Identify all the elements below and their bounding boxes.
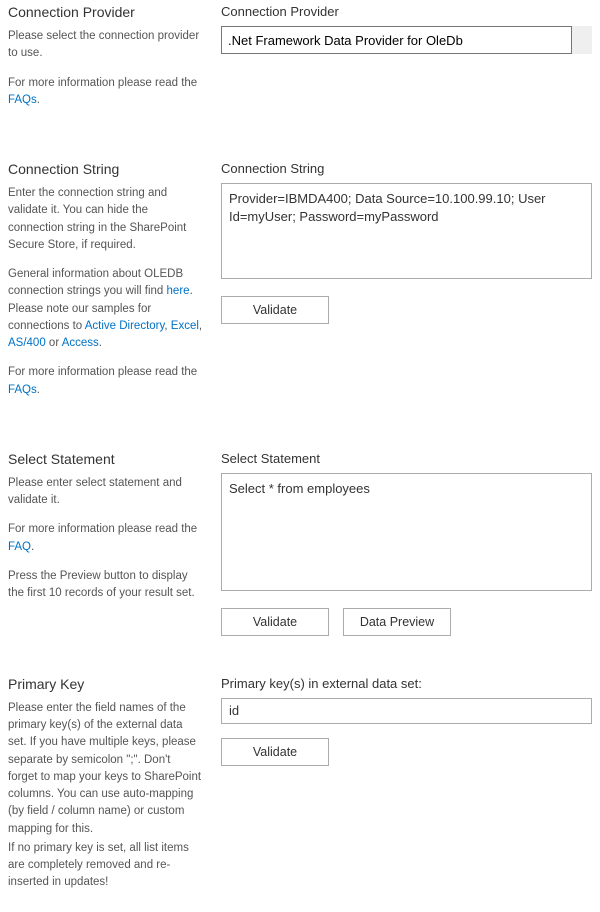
pk-label: Primary key(s) in external data set: <box>221 676 592 691</box>
connstring-desc: Enter the connection string and validate… <box>8 185 203 254</box>
pk-validate-button[interactable]: Validate <box>221 738 329 766</box>
select-buttons: Validate Data Preview <box>221 608 592 636</box>
pk-form: Primary key(s) in external data set: Val… <box>221 676 592 904</box>
provider-info: For more information please read the FAQ… <box>8 75 203 110</box>
connstring-here-link[interactable]: here <box>167 285 190 297</box>
pk-desc: Please enter the field names of the prim… <box>8 700 203 838</box>
select-form: Select Statement Validate Data Preview <box>221 451 592 636</box>
pk-input[interactable] <box>221 698 592 724</box>
select-heading: Select Statement <box>8 451 203 467</box>
provider-faqs-link[interactable]: FAQs <box>8 94 37 106</box>
section-select-statement: Select Statement Please enter select sta… <box>8 451 592 636</box>
select-help: Select Statement Please enter select sta… <box>8 451 203 636</box>
section-connection-provider: Connection Provider Please select the co… <box>8 4 592 121</box>
pk-heading: Primary Key <box>8 676 203 692</box>
select-preview-button[interactable]: Data Preview <box>343 608 451 636</box>
pk-buttons: Validate <box>221 738 592 766</box>
connstring-excel-link[interactable]: Excel <box>171 320 199 332</box>
provider-desc: Please select the connection provider to… <box>8 28 203 63</box>
connstring-input[interactable] <box>221 183 592 279</box>
connstring-info: For more information please read the FAQ… <box>8 364 203 399</box>
connstring-as400-link[interactable]: AS/400 <box>8 337 46 349</box>
connstring-access-link[interactable]: Access <box>62 337 99 349</box>
select-label: Select Statement <box>221 451 592 466</box>
section-primary-key: Primary Key Please enter the field names… <box>8 676 592 904</box>
select-faq-link[interactable]: FAQ <box>8 541 31 553</box>
connstring-help: Connection String Enter the connection s… <box>8 161 203 411</box>
provider-select[interactable]: .Net Framework Data Provider for OleDb <box>221 26 592 54</box>
provider-help: Connection Provider Please select the co… <box>8 4 203 121</box>
select-info: For more information please read the FAQ… <box>8 521 203 556</box>
select-desc: Please enter select statement and valida… <box>8 475 203 510</box>
select-input[interactable] <box>221 473 592 591</box>
connstring-heading: Connection String <box>8 161 203 177</box>
connstring-validate-button[interactable]: Validate <box>221 296 329 324</box>
connstring-note: General information about OLEDB connecti… <box>8 266 203 352</box>
connstring-form: Connection String Validate <box>221 161 592 411</box>
pk-help: Primary Key Please enter the field names… <box>8 676 203 904</box>
provider-form: Connection Provider .Net Framework Data … <box>221 4 592 121</box>
pk-note2: If no primary key is set, all list items… <box>8 840 203 892</box>
section-connection-string: Connection String Enter the connection s… <box>8 161 592 411</box>
provider-select-wrap: .Net Framework Data Provider for OleDb ▾ <box>221 26 592 54</box>
provider-heading: Connection Provider <box>8 4 203 20</box>
connstring-faqs-link[interactable]: FAQs <box>8 384 37 396</box>
provider-label: Connection Provider <box>221 4 592 19</box>
connstring-ad-link[interactable]: Active Directory <box>85 320 165 332</box>
connstring-label: Connection String <box>221 161 592 176</box>
select-press-note: Press the Preview button to display the … <box>8 568 203 603</box>
connstring-buttons: Validate <box>221 296 592 324</box>
select-validate-button[interactable]: Validate <box>221 608 329 636</box>
